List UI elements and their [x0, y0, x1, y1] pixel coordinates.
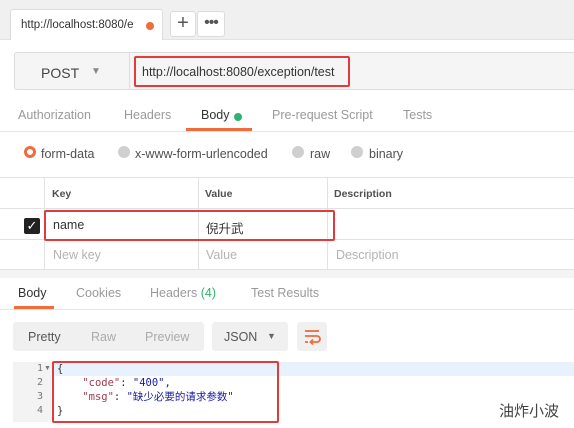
response-tab-headers-label: Headers — [150, 286, 198, 300]
response-tab-cookies[interactable]: Cookies — [76, 286, 121, 300]
divider — [0, 309, 574, 310]
request-tab-label: http://localhost:8080/e — [21, 19, 134, 31]
radio-form-data-label[interactable]: form-data — [41, 147, 95, 161]
preview-button[interactable]: Preview — [145, 330, 189, 344]
fold-toggle-icon[interactable]: ▼ — [44, 365, 51, 372]
radio-raw[interactable] — [292, 146, 304, 158]
response-tab-test-results[interactable]: Test Results — [251, 286, 319, 300]
response-tab-headers[interactable]: Headers (4) — [150, 286, 216, 300]
radio-form-data[interactable] — [24, 146, 36, 158]
response-tab-body[interactable]: Body — [18, 286, 47, 300]
annotation-highlight-box — [52, 361, 279, 423]
annotation-highlight-box — [44, 210, 335, 241]
tab-body[interactable]: Body — [201, 108, 230, 122]
headers-count-badge: (4) — [200, 286, 217, 300]
annotation-highlight-box — [134, 56, 350, 87]
tab-authorization[interactable]: Authorization — [18, 108, 91, 122]
unsaved-dot-icon — [146, 22, 154, 30]
line-number: 1 — [36, 363, 43, 374]
radio-binary-label[interactable]: binary — [369, 147, 403, 161]
divider — [0, 131, 574, 132]
wrap-lines-icon — [305, 330, 321, 346]
pretty-button[interactable]: Pretty — [28, 330, 61, 344]
section-divider — [0, 270, 574, 278]
line-number: 4 — [36, 405, 43, 416]
divider — [129, 53, 130, 89]
method-select[interactable]: POST — [41, 65, 79, 81]
column-header-key: Key — [52, 188, 72, 200]
radio-binary[interactable] — [351, 146, 363, 158]
table-grid-line — [0, 208, 574, 209]
column-header-description: Description — [334, 188, 392, 200]
radio-urlencoded[interactable] — [118, 146, 130, 158]
new-description-input[interactable]: Description — [336, 248, 399, 262]
new-key-input[interactable]: New key — [53, 248, 101, 262]
tab-tests[interactable]: Tests — [403, 108, 432, 122]
chevron-down-icon: ▼ — [267, 331, 276, 341]
wrap-lines-button[interactable] — [297, 322, 327, 351]
raw-button[interactable]: Raw — [91, 330, 116, 344]
radio-raw-label[interactable]: raw — [310, 147, 330, 161]
request-tab[interactable]: http://localhost:8080/e — [10, 9, 163, 40]
column-header-value: Value — [205, 188, 233, 200]
line-number: 3 — [36, 391, 43, 402]
line-number: 2 — [36, 377, 43, 388]
row-enabled-checkbox[interactable]: ✓ — [24, 218, 40, 234]
chevron-down-icon[interactable]: ▼ — [91, 66, 101, 77]
more-tabs-button[interactable]: ••• — [197, 11, 225, 37]
tab-prerequest-script[interactable]: Pre-request Script — [272, 108, 373, 122]
tab-headers[interactable]: Headers — [124, 108, 171, 122]
add-tab-button[interactable]: + — [170, 11, 196, 37]
radio-urlencoded-label[interactable]: x-www-form-urlencoded — [135, 147, 268, 161]
new-value-input[interactable]: Value — [206, 248, 237, 262]
watermark: 油炸小波 — [499, 403, 560, 420]
body-active-dot-icon — [234, 113, 242, 121]
format-select-label: JSON — [224, 330, 258, 344]
